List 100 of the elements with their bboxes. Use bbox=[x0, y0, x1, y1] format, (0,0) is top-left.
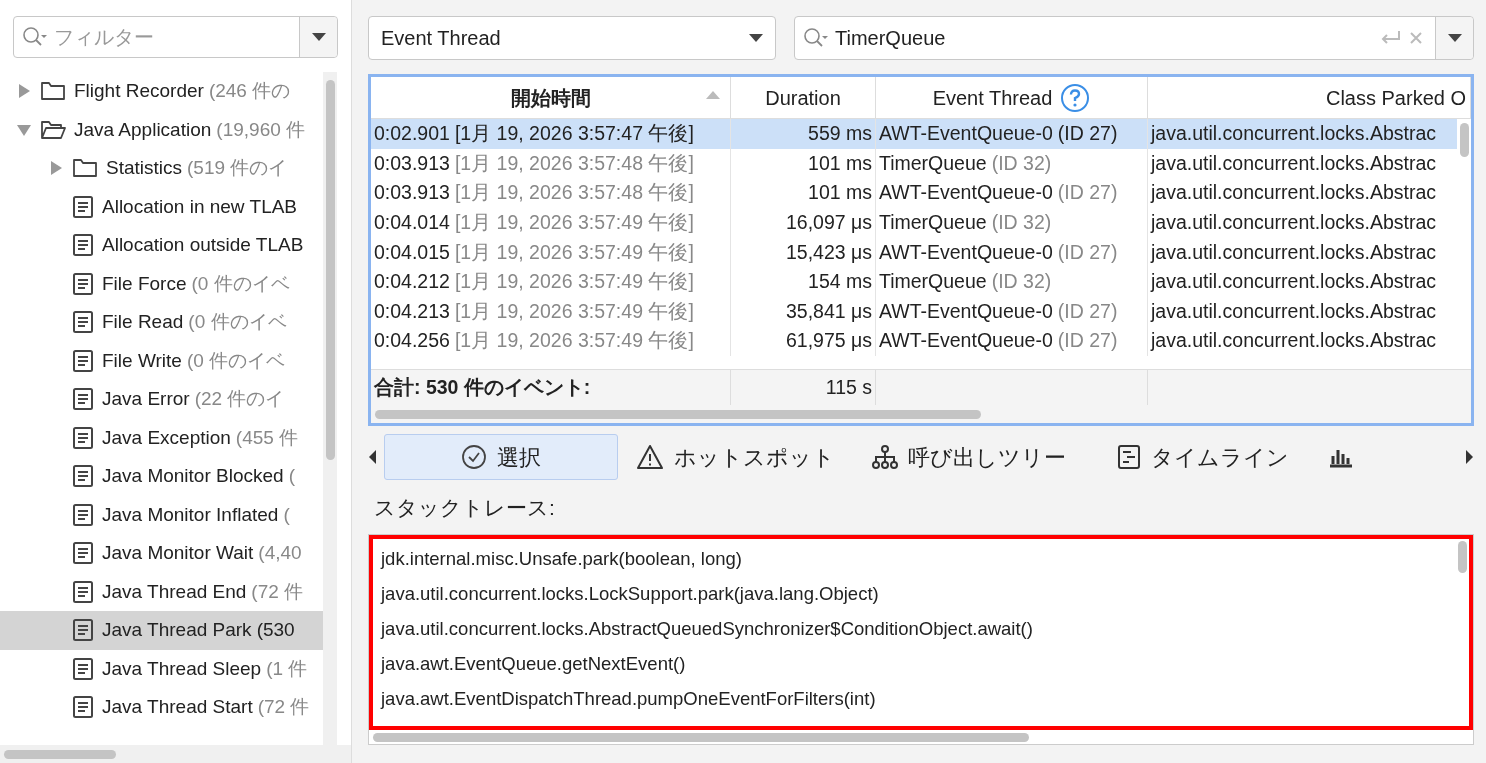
table-row[interactable]: 0:04.213 [1月 19, 2026 3:57:49 午後] 35,841 μs AWT-EventQueue-0 (ID 27) java.util.concurrent.locks.Abstrac bbox=[371, 296, 1457, 327]
tree-item[interactable]: Java Exception (455 件 bbox=[0, 418, 323, 457]
document-icon bbox=[72, 618, 94, 643]
stack-frame[interactable]: java.awt.EventQueue.getNextEvent() bbox=[381, 646, 1455, 681]
tree-item-label: Java Monitor Blocked bbox=[102, 464, 284, 488]
start-time-cell: 0:03.913 [1月 19, 2026 3:57:48 午後] bbox=[371, 148, 731, 179]
tree-item-label: Java Thread Park bbox=[102, 618, 252, 642]
class-cell-text: java.util.concurrent.locks.Abstrac bbox=[1149, 180, 1438, 206]
search-field[interactable]: TimerQueue bbox=[794, 16, 1474, 60]
view-tab[interactable]: ホットスポット bbox=[618, 434, 852, 480]
check-circle-icon bbox=[461, 444, 487, 470]
tree-item[interactable]: Allocation in new TLAB bbox=[0, 187, 323, 226]
tree-item[interactable]: Java Thread Start (72 件 bbox=[0, 688, 323, 727]
thread-cell: AWT-EventQueue-0 (ID 27) bbox=[876, 326, 1148, 356]
view-tab[interactable]: タイムライン bbox=[1086, 434, 1320, 480]
column-header[interactable]: Duration bbox=[731, 77, 876, 118]
thread-cell: AWT-EventQueue-0 (ID 27) bbox=[876, 296, 1148, 327]
horizontal-scrollbar[interactable] bbox=[0, 745, 351, 763]
event-count: (22 件のイ bbox=[194, 387, 285, 411]
event-count: (0 件のイベ bbox=[186, 348, 286, 373]
filter-input[interactable]: フィルター bbox=[54, 22, 299, 52]
folder-icon bbox=[72, 157, 98, 180]
event-count: (530 bbox=[256, 618, 295, 642]
table-row[interactable]: 0:04.256 [1月 19, 2026 3:57:49 午後] 61,975 μs AWT-EventQueue-0 (ID 27) java.util.concurrent.locks.Abstrac bbox=[371, 326, 1457, 356]
document-icon bbox=[72, 579, 94, 604]
class-cell-text: java.util.concurrent.locks.Abstrac bbox=[1149, 121, 1438, 147]
filter-field[interactable]: フィルター bbox=[13, 16, 338, 58]
tree-item[interactable]: Allocation outside TLAB bbox=[0, 226, 323, 265]
column-header[interactable]: Event Thread bbox=[876, 77, 1148, 118]
tree-item[interactable]: File Write (0 件のイベ bbox=[0, 341, 323, 380]
stack-frame[interactable]: java.util.concurrent.locks.AbstractQueuedSynchronizer$ConditionObject.await() bbox=[381, 611, 1455, 646]
collapsed-arrow-icon[interactable] bbox=[48, 160, 64, 177]
table-row[interactable]: 0:04.014 [1月 19, 2026 3:57:49 午後] 16,097 μs TimerQueue (ID 32) java.util.concurrent.locks.Abstrac bbox=[371, 207, 1457, 238]
scroll-left-icon[interactable] bbox=[368, 450, 378, 464]
event-count: ( bbox=[288, 464, 295, 488]
document-icon bbox=[72, 695, 94, 720]
help-icon[interactable] bbox=[1060, 82, 1091, 113]
scroll-right-icon[interactable] bbox=[1464, 450, 1474, 464]
table-row[interactable]: 0:02.901 [1月 19, 2026 3:57:47 午後] 559 ms AWT-EventQueue-0 (ID 27) java.util.concurrent.locks.Abstrac bbox=[371, 119, 1457, 149]
class-cell-text: java.util.concurrent.locks.Abstrac bbox=[1149, 269, 1438, 295]
duration-cell: 559 ms bbox=[731, 119, 876, 149]
class-cell-text: java.util.concurrent.locks.Abstrac bbox=[1149, 298, 1438, 324]
thread-cell: AWT-EventQueue-0 (ID 27) bbox=[876, 237, 1148, 267]
event-count: (455 件 bbox=[235, 425, 299, 450]
event-count: (0 件のイベ bbox=[191, 271, 290, 296]
document-icon bbox=[72, 194, 94, 219]
tree-item-label: File Write bbox=[102, 348, 182, 373]
search-icon bbox=[803, 27, 829, 49]
stack-frame[interactable]: java.awt.EventDispatchThread.pumpOneEventForFilters(int) bbox=[381, 681, 1455, 716]
tree-item[interactable]: Java Thread End (72 件 bbox=[0, 572, 323, 611]
event-count: (1 件 bbox=[266, 656, 308, 681]
tree-item[interactable]: File Force (0 件のイベ bbox=[0, 264, 323, 303]
start-time-cell: 0:04.212 [1月 19, 2026 3:57:49 午後] bbox=[371, 266, 731, 297]
tree-item[interactable]: Java Monitor Inflated ( bbox=[0, 495, 323, 534]
folder-icon bbox=[40, 118, 66, 141]
search-dropdown-button[interactable] bbox=[1435, 17, 1473, 59]
tree-item[interactable]: Java Monitor Blocked ( bbox=[0, 457, 323, 496]
document-icon bbox=[72, 656, 94, 681]
tree-item[interactable]: Java Error (22 件のイ bbox=[0, 380, 323, 419]
tree-item-label: Java Thread Start bbox=[102, 695, 253, 719]
tree-item-label: File Force bbox=[102, 271, 187, 296]
column-header[interactable]: 開始時間 bbox=[371, 77, 731, 118]
class-cell-text: java.util.concurrent.locks.Abstrac bbox=[1149, 209, 1438, 235]
caret-icon bbox=[311, 33, 326, 41]
stack-frame[interactable]: jdk.internal.misc.Unsafe.park(boolean, long) bbox=[381, 541, 1455, 576]
filter-dropdown-button[interactable] bbox=[299, 17, 337, 57]
table-row[interactable]: 0:03.913 [1月 19, 2026 3:57:48 午後] 101 ms TimerQueue (ID 32) java.util.concurrent.locks.Abstrac bbox=[371, 148, 1457, 179]
tree-item[interactable]: Statistics (519 件のイ bbox=[0, 149, 323, 188]
tree-item[interactable]: Java Thread Park (530 bbox=[0, 611, 323, 650]
table-row[interactable]: 0:04.212 [1月 19, 2026 3:57:49 午後] 154 ms TimerQueue (ID 32) java.util.concurrent.locks.Abstrac bbox=[371, 266, 1457, 297]
clear-icon[interactable] bbox=[1409, 31, 1423, 45]
warning-icon bbox=[635, 444, 664, 470]
stack-frame[interactable]: java.util.concurrent.locks.LockSupport.park(java.lang.Object) bbox=[381, 576, 1455, 611]
thread-cell: TimerQueue (ID 32) bbox=[876, 207, 1148, 238]
tree-item[interactable]: Java Monitor Wait (4,40 bbox=[0, 534, 323, 573]
class-cell-text: java.util.concurrent.locks.Abstrac bbox=[1149, 328, 1438, 354]
document-icon bbox=[72, 271, 94, 296]
view-tab[interactable]: 選択 bbox=[384, 434, 618, 480]
table-row[interactable]: 0:03.913 [1月 19, 2026 3:57:48 午後] 101 ms AWT-EventQueue-0 (ID 27) java.util.concurrent.locks.Abstrac bbox=[371, 178, 1457, 208]
tree-item[interactable]: Java Application (19,960 件 bbox=[0, 110, 323, 149]
column-header[interactable]: Class Parked O bbox=[1148, 77, 1471, 118]
tree-item-label: Allocation outside TLAB bbox=[102, 233, 304, 257]
tree-item[interactable]: Java Thread Sleep (1 件 bbox=[0, 649, 323, 688]
event-count: (4,40 bbox=[258, 541, 302, 565]
document-icon bbox=[72, 541, 94, 566]
collapsed-arrow-icon[interactable] bbox=[16, 83, 32, 100]
duration-cell: 61,975 μs bbox=[731, 326, 876, 356]
vertical-scrollbar[interactable] bbox=[323, 72, 337, 745]
table-row[interactable]: 0:04.015 [1月 19, 2026 3:57:49 午後] 15,423 μs AWT-EventQueue-0 (ID 27) java.util.concurrent.locks.Abstrac bbox=[371, 237, 1457, 267]
tree-item-label: Flight Recorder bbox=[74, 79, 204, 103]
search-input[interactable]: TimerQueue bbox=[835, 23, 1379, 53]
document-icon bbox=[72, 348, 94, 373]
thread-dropdown[interactable]: Event Thread bbox=[368, 16, 776, 60]
view-tab[interactable]: 呼び出しツリー bbox=[852, 434, 1086, 480]
horizontal-scrollbar[interactable] bbox=[371, 405, 1471, 423]
tree-item[interactable]: File Read (0 件のイベ bbox=[0, 303, 323, 342]
start-time-cell: 0:03.913 [1月 19, 2026 3:57:48 午後] bbox=[371, 178, 731, 208]
tree-item[interactable]: Flight Recorder (246 件の bbox=[0, 72, 323, 111]
tree-item-label: Java Exception bbox=[102, 425, 231, 450]
document-icon bbox=[72, 233, 94, 258]
